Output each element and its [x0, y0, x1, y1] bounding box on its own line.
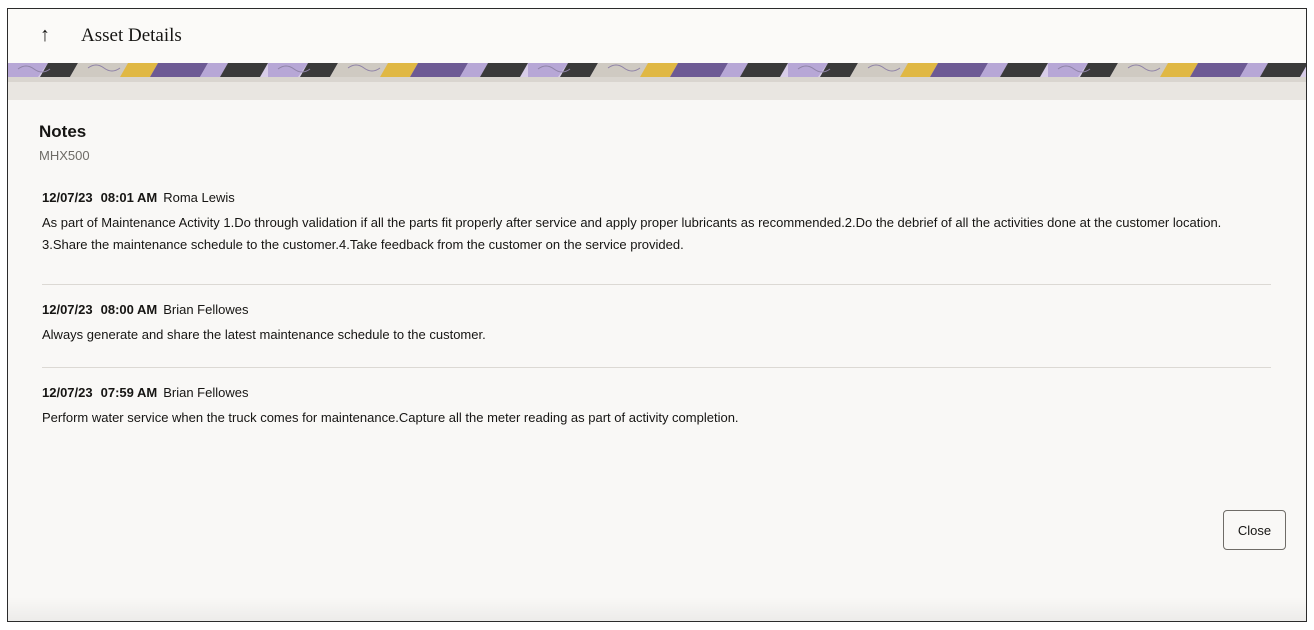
- note-text-line: As part of Maintenance Activity 1.Do thr…: [42, 215, 1222, 230]
- note-meta: 12/07/23 08:00 AM Brian Fellowes: [42, 300, 1271, 320]
- note-author: Brian Fellowes: [163, 302, 249, 317]
- note-date: 12/07/23: [42, 190, 93, 205]
- notes-heading: Notes: [39, 122, 87, 141]
- note-text-line: Perform water service when the truck com…: [42, 410, 739, 425]
- footer-shadow: [8, 597, 1306, 621]
- asset-code: MHX500: [39, 148, 90, 163]
- note-date: 12/07/23: [42, 302, 93, 317]
- note-meta: 12/07/23 08:01 AM Roma Lewis: [42, 188, 1271, 208]
- notes-list: 12/07/23 08:01 AM Roma Lewis As part of Ma…: [42, 188, 1271, 428]
- notes-panel: Notes MHX500 12/07/23 08:01 AM Roma Lewis …: [8, 100, 1306, 621]
- note-text: Perform water service when the truck com…: [42, 407, 1271, 429]
- page-title: Asset Details: [81, 25, 182, 46]
- note-date: 12/07/23: [42, 385, 93, 400]
- note-text: Always generate and share the latest mai…: [42, 324, 1271, 346]
- page-header: ↑ Asset Details: [8, 9, 1306, 63]
- note-time: 07:59 AM: [100, 385, 158, 400]
- note-time: 08:01 AM: [100, 190, 158, 205]
- banner-pattern-image: [8, 63, 1306, 100]
- note-item: 12/07/23 07:59 AM Brian Fellowes Perform w…: [42, 368, 1271, 428]
- note-time: 08:00 AM: [100, 302, 158, 317]
- note-item: 12/07/23 08:00 AM Brian Fellowes Always ge…: [42, 285, 1271, 367]
- note-text-line: Always generate and share the latest mai…: [42, 327, 486, 342]
- note-text: As part of Maintenance Activity 1.Do thr…: [42, 212, 1271, 256]
- asset-details-dialog: ↑ Asset Details Notes MHX500 12/07/23 08…: [7, 8, 1307, 622]
- note-author: Brian Fellowes: [163, 385, 249, 400]
- back-button[interactable]: ↑: [34, 23, 56, 47]
- decorative-banner: [8, 63, 1306, 100]
- up-arrow-icon: ↑: [40, 24, 50, 46]
- note-meta: 12/07/23 07:59 AM Brian Fellowes: [42, 383, 1271, 403]
- note-author: Roma Lewis: [163, 190, 235, 205]
- note-item: 12/07/23 08:01 AM Roma Lewis As part of Ma…: [42, 188, 1271, 284]
- note-text-line: 3.Share the maintenance schedule to the …: [42, 237, 684, 252]
- close-button[interactable]: Close: [1223, 510, 1286, 550]
